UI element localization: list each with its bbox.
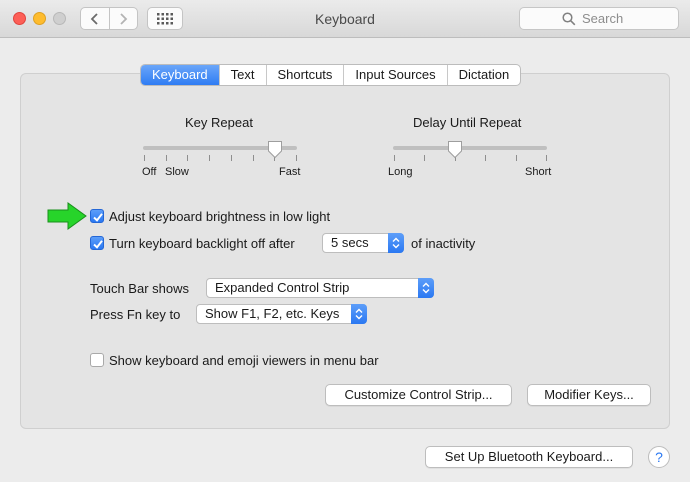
zoom-window-button[interactable] [53,12,66,25]
key-repeat-off-label: Off [142,166,157,178]
up-down-arrows-icon [388,233,404,253]
tab-text[interactable]: Text [218,65,266,85]
delay-until-repeat-slider-thumb[interactable] [447,140,463,159]
backlight-timeout-value: 5 secs [331,235,369,250]
back-button[interactable] [81,8,109,29]
tab-input-sources[interactable]: Input Sources [343,65,446,85]
search-field[interactable] [519,7,680,30]
chevron-right-icon [120,12,128,25]
search-icon [562,12,576,26]
customize-control-strip-button[interactable]: Customize Control Strip... [325,384,512,406]
backlight-timeout-select[interactable]: 5 secs [322,233,404,253]
fn-key-select[interactable]: Show F1, F2, etc. Keys [196,304,367,324]
touch-bar-select[interactable]: Expanded Control Strip [206,278,434,298]
navigation-buttons [80,7,138,30]
minimize-window-button[interactable] [33,12,46,25]
key-repeat-tick [230,155,232,161]
emoji-viewer-checkbox[interactable] [90,353,104,367]
modifier-keys-button[interactable]: Modifier Keys... [527,384,651,406]
key-repeat-fast-label: Fast [279,166,301,178]
key-repeat-tick [165,155,167,161]
show-all-button[interactable] [147,7,183,30]
tab-dictation[interactable]: Dictation [446,65,521,85]
up-down-arrows-icon [351,304,367,324]
key-repeat-tick [252,155,254,161]
touch-bar-label: Touch Bar shows [90,281,189,296]
brightness-label: Adjust keyboard brightness in low light [109,209,331,224]
brightness-checkbox[interactable] [90,209,104,223]
key-repeat-tick [144,155,145,161]
checkmark-icon [93,240,103,249]
fn-key-label: Press Fn key to [90,307,181,322]
backlight-suffix-label: of inactivity [411,236,476,251]
delay-until-repeat-track[interactable] [393,146,547,150]
tab-shortcuts[interactable]: Shortcuts [265,65,344,85]
key-repeat-tick [187,155,189,161]
key-repeat-slow-label: Slow [165,166,189,178]
backlight-label: Turn keyboard backlight off after [109,236,295,251]
search-input[interactable] [580,10,680,27]
help-button[interactable]: ? [648,446,670,468]
delay-until-repeat-tick [424,155,426,161]
grid-icon [157,12,173,24]
key-repeat-title: Key Repeat [185,115,253,130]
close-window-button[interactable] [13,12,26,25]
bluetooth-keyboard-button[interactable]: Set Up Bluetooth Keyboard... [425,446,633,468]
delay-until-repeat-tick [546,155,547,161]
delay-until-repeat-title: Delay Until Repeat [413,115,522,130]
chevron-left-icon [90,12,98,25]
touch-bar-value: Expanded Control Strip [215,280,350,295]
delay-until-repeat-tick [515,155,517,161]
key-repeat-slider-thumb[interactable] [267,140,283,159]
fn-key-value: Show F1, F2, etc. Keys [205,306,340,321]
delay-until-repeat-tick [485,155,487,161]
delay-long-label: Long [388,166,413,178]
delay-until-repeat-tick [394,155,395,161]
checkmark-icon [93,213,103,222]
backlight-checkbox[interactable] [90,236,104,250]
title-bar: Keyboard [0,0,690,38]
emoji-viewer-label: Show keyboard and emoji viewers in menu … [109,353,379,368]
key-repeat-tick [209,155,211,161]
green-arrow-icon [47,202,87,230]
forward-button[interactable] [108,8,138,29]
tab-bar: Keyboard Text Shortcuts Input Sources Di… [140,64,522,86]
key-repeat-tick [296,155,297,161]
up-down-arrows-icon [418,278,434,298]
delay-short-label: Short [525,166,552,178]
tab-keyboard[interactable]: Keyboard [141,65,219,85]
